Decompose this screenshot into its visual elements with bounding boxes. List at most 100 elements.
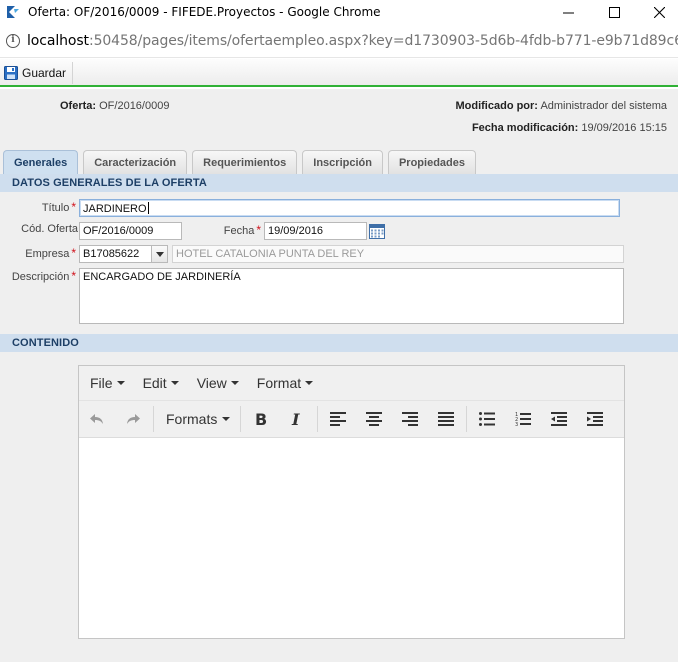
bullet-list-icon [479, 412, 496, 426]
align-justify-button[interactable] [428, 401, 464, 438]
numbered-list-button[interactable]: 123 [505, 401, 541, 438]
descripcion-textarea[interactable]: ENCARGADO DE JARDINERÍA [79, 268, 624, 324]
window-title: Oferta: OF/2016/0009 - FIFEDE.Proyectos … [28, 5, 381, 19]
undo-icon [90, 414, 103, 424]
svg-text:B: B [255, 411, 267, 427]
italic-icon: I [291, 411, 300, 427]
chevron-down-icon [155, 251, 164, 257]
required-mark: * [256, 223, 261, 237]
descripcion-value: ENCARGADO DE JARDINERÍA [83, 271, 241, 283]
empresa-code-input[interactable]: B17085622 [79, 245, 152, 263]
oferta-label: Oferta: [60, 100, 97, 112]
menu-file[interactable]: File [81, 375, 134, 391]
fecha-label-wrap: Fecha * [200, 223, 261, 237]
descripcion-label: Descripción [11, 271, 70, 283]
cod-label-wrap: Cód. Oferta [0, 223, 78, 235]
empresa-label: Empresa [25, 248, 70, 260]
formats-dropdown[interactable]: Formats [156, 401, 238, 438]
info-icon[interactable]: i [6, 34, 20, 48]
fecha-label: Fecha [223, 225, 255, 237]
bullet-list-button[interactable] [469, 401, 505, 438]
align-center-button[interactable] [356, 401, 392, 438]
caret-down-icon [305, 381, 314, 385]
tab-generales[interactable]: Generales [3, 150, 79, 174]
oferta-header: Oferta: OF/2016/0009 [60, 100, 169, 112]
tab-caracterizacion[interactable]: Caracterización [83, 150, 188, 174]
cod-label: Cód. Oferta [21, 223, 78, 235]
caret-down-icon [230, 381, 239, 385]
window-titlebar: Oferta: OF/2016/0009 - FIFEDE.Proyectos … [0, 0, 678, 25]
svg-text:I: I [291, 411, 300, 427]
align-left-button[interactable] [320, 401, 356, 438]
menu-format[interactable]: Format [248, 375, 322, 391]
bold-button[interactable]: B [243, 401, 279, 438]
save-button-label: Guardar [22, 66, 67, 80]
menu-view[interactable]: View [188, 375, 248, 391]
close-button[interactable] [636, 0, 678, 25]
maximize-button[interactable] [591, 0, 637, 25]
text-caret [147, 202, 149, 214]
modified-date: Fecha modificación: 19/09/2016 15:15 [472, 122, 667, 134]
empresa-name-value: HOTEL CATALONIA PUNTA DEL REY [176, 248, 365, 260]
titulo-value: JARDINERO [83, 203, 147, 215]
empresa-name-field: HOTEL CATALONIA PUNTA DEL REY [172, 245, 624, 263]
titulo-input[interactable]: JARDINERO [79, 199, 620, 217]
tab-requerimientos[interactable]: Requerimientos [192, 150, 298, 174]
fecha-value: 19/09/2016 [268, 225, 324, 237]
indent-button[interactable] [577, 401, 613, 438]
bold-icon: B [255, 411, 267, 427]
menu-edit[interactable]: Edit [134, 375, 188, 391]
toolbar-divider [317, 406, 319, 432]
modified-date-value: 19/09/2016 15:15 [581, 122, 667, 134]
align-right-button[interactable] [392, 401, 428, 438]
fecha-input[interactable]: 19/09/2016 [264, 222, 367, 240]
numbered-list-icon: 123 [515, 412, 532, 427]
maximize-icon [608, 7, 620, 18]
descripcion-label-wrap: Descripción * [0, 269, 76, 283]
empresa-label-wrap: Empresa * [0, 246, 76, 260]
undo-button[interactable] [79, 401, 115, 438]
caret-down-icon [116, 381, 125, 385]
align-justify-icon [438, 412, 455, 426]
redo-button[interactable] [115, 401, 151, 438]
caret-down-icon [222, 417, 231, 421]
editor-toolbar: Formats B I 1 2 3 [79, 401, 624, 438]
cod-oferta-value: OF/2016/0009 [83, 225, 154, 237]
address-bar[interactable]: i localhost:50458/pages/items/ofertaempl… [0, 25, 678, 58]
align-left-icon [330, 412, 347, 426]
toolbar-divider [466, 406, 468, 432]
tab-inscripcion[interactable]: Inscripción [302, 150, 383, 174]
modified-by-label: Modificado por: [455, 100, 538, 112]
empresa-dropdown-button[interactable] [151, 245, 168, 263]
redo-icon [127, 414, 140, 424]
toolbar-divider [240, 406, 242, 432]
formats-label: Formats [166, 411, 218, 427]
svg-text:3: 3 [515, 422, 518, 427]
toolbar-divider [153, 406, 154, 432]
save-button[interactable]: Guardar [2, 62, 74, 84]
italic-button[interactable]: I [279, 401, 315, 438]
modified-by: Modificado por: Administrador del sistem… [455, 100, 667, 112]
calendar-icon[interactable] [369, 223, 385, 239]
cod-oferta-input[interactable]: OF/2016/0009 [79, 222, 182, 240]
editor-menubar: File Edit View Format [79, 366, 624, 401]
url-host: localhost [27, 33, 89, 49]
editor-content-area[interactable] [79, 439, 624, 638]
tab-propiedades[interactable]: Propiedades [387, 150, 476, 174]
close-icon [653, 7, 665, 18]
section-general-header: DATOS GENERALES DE LA OFERTA [0, 174, 678, 192]
fifede-logo-icon [7, 6, 19, 18]
align-center-icon [366, 412, 383, 426]
rich-text-editor: File Edit View Format Formats B I 1 2 3 [78, 365, 625, 639]
menu-format-label: Format [256, 375, 302, 391]
outdent-button[interactable] [541, 401, 577, 438]
minimize-button[interactable] [545, 0, 591, 25]
indent-icon [587, 412, 604, 426]
required-mark: * [71, 246, 76, 260]
caret-down-icon [170, 381, 179, 385]
menu-file-label: File [90, 375, 113, 391]
minimize-icon [562, 12, 574, 14]
url-text[interactable]: localhost:50458/pages/items/ofertaempleo… [27, 33, 678, 49]
page-body: Oferta: OF/2016/0009 Modificado por: Adm… [0, 89, 678, 662]
floppy-disk-icon [4, 66, 18, 80]
